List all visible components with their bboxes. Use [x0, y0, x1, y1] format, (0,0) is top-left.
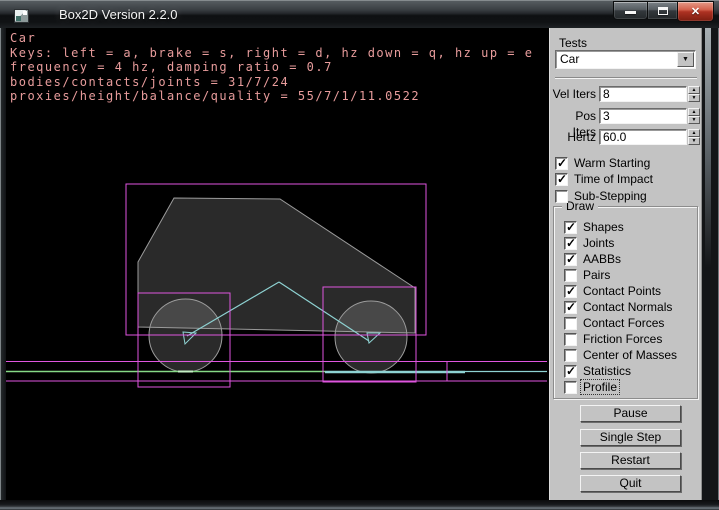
- separator: [555, 77, 697, 79]
- checkbox-warm-starting[interactable]: ✓: [555, 157, 568, 170]
- right-wheel: [335, 301, 407, 373]
- hertz-value: 60.0: [603, 131, 626, 144]
- check-icon: ✓: [566, 284, 576, 298]
- check-icon: ✓: [566, 364, 576, 378]
- vel-iters-spinner: ▲▼: [688, 86, 700, 102]
- pos-iters-spinner-down-icon[interactable]: ▼: [688, 116, 700, 124]
- checkbox-label-shapes[interactable]: Shapes: [583, 220, 624, 234]
- checkbox-contact-points[interactable]: ✓: [564, 285, 577, 298]
- box2d-window: Box2D Version 2.2.0 ✕ CarKeys: left = a,…: [0, 0, 719, 510]
- window-frame-bottom: [0, 500, 719, 510]
- vel-iters-value: 8: [603, 88, 610, 101]
- check-icon: ✓: [566, 252, 576, 266]
- restart-button[interactable]: Restart: [580, 452, 681, 469]
- checkbox-contact-normals[interactable]: ✓: [564, 301, 577, 314]
- chevron-down-icon[interactable]: ▼: [677, 52, 694, 67]
- checkbox-label-statistics[interactable]: Statistics: [583, 364, 631, 378]
- checkbox-label-aabbs[interactable]: AABBs: [583, 252, 621, 266]
- checkbox-label-contact-points[interactable]: Contact Points: [583, 284, 661, 298]
- checkbox-label-sub-stepping[interactable]: Sub-Stepping: [574, 189, 647, 203]
- tests-label: Tests: [559, 36, 587, 50]
- window-title: Box2D Version 2.2.0: [59, 1, 178, 29]
- checkbox-label-friction-forces[interactable]: Friction Forces: [583, 332, 662, 346]
- checkbox-shapes[interactable]: ✓: [564, 221, 577, 234]
- info-line-0: Car: [10, 31, 36, 45]
- checkbox-center-of-masses[interactable]: [564, 349, 577, 362]
- quit-button[interactable]: Quit: [580, 475, 681, 492]
- minimize-icon: [625, 11, 636, 14]
- checkbox-label-profile[interactable]: Profile: [581, 380, 619, 394]
- info-line-3: bodies/contacts/joints = 31/7/24: [10, 75, 289, 89]
- vel-iters-label: Vel Iters: [550, 86, 596, 102]
- pause-button[interactable]: Pause: [580, 405, 681, 422]
- close-button[interactable]: ✕: [677, 1, 714, 22]
- info-line-2: frequency = 4 hz, damping ratio = 0.7: [10, 60, 333, 74]
- hertz-spinner: ▲▼: [688, 129, 700, 145]
- checkbox-label-time-of-impact[interactable]: Time of Impact: [574, 172, 653, 186]
- checkbox-label-contact-normals[interactable]: Contact Normals: [583, 300, 672, 314]
- checkbox-friction-forces[interactable]: [564, 333, 577, 346]
- checkbox-aabbs[interactable]: ✓: [564, 253, 577, 266]
- checkbox-sub-stepping[interactable]: [555, 190, 568, 203]
- tests-dropdown[interactable]: Car ▼: [555, 50, 696, 69]
- maximize-icon: [658, 7, 668, 15]
- pos-iters-input[interactable]: 3: [599, 108, 687, 124]
- maximize-button[interactable]: [647, 1, 678, 20]
- info-line-4: proxies/height/balance/quality = 55/7/1/…: [10, 89, 420, 103]
- vel-iters-spinner-down-icon[interactable]: ▼: [688, 94, 700, 102]
- checkbox-label-center-of-masses[interactable]: Center of Masses: [583, 348, 677, 362]
- simulation-canvas[interactable]: CarKeys: left = a, brake = s, right = d,…: [6, 28, 549, 500]
- vel-iters-spinner-up-icon[interactable]: ▲: [688, 86, 700, 94]
- titlebar[interactable]: Box2D Version 2.2.0 ✕: [0, 0, 719, 28]
- checkbox-statistics[interactable]: ✓: [564, 365, 577, 378]
- app-icon: [14, 9, 29, 23]
- vel-iters-input[interactable]: 8: [599, 86, 687, 102]
- single-step-button[interactable]: Single Step: [580, 429, 681, 446]
- checkbox-label-warm-starting[interactable]: Warm Starting: [574, 156, 650, 170]
- pos-iters-value: 3: [603, 110, 610, 123]
- checkbox-label-joints[interactable]: Joints: [583, 236, 614, 250]
- checkbox-contact-forces[interactable]: [564, 317, 577, 330]
- checkbox-label-pairs[interactable]: Pairs: [583, 268, 610, 282]
- checkbox-pairs[interactable]: [564, 269, 577, 282]
- check-icon: ✓: [557, 172, 567, 186]
- check-icon: ✓: [557, 156, 567, 170]
- hertz-spinner-up-icon[interactable]: ▲: [688, 129, 700, 137]
- checkbox-profile[interactable]: [564, 381, 577, 394]
- checkbox-label-contact-forces[interactable]: Contact Forces: [583, 316, 664, 330]
- tests-dropdown-value: Car: [560, 52, 579, 67]
- hertz-input[interactable]: 60.0: [599, 129, 687, 145]
- hertz-label: Hertz: [550, 129, 596, 145]
- hertz-spinner-down-icon[interactable]: ▼: [688, 137, 700, 145]
- pos-iters-spinner-up-icon[interactable]: ▲: [688, 108, 700, 116]
- control-panel: Tests Car ▼ Draw Vel Iters8▲▼Pos Iters3▲…: [549, 28, 702, 500]
- window-frame-right: [702, 28, 719, 500]
- check-icon: ✓: [566, 220, 576, 234]
- checkbox-joints[interactable]: ✓: [564, 237, 577, 250]
- checkbox-time-of-impact[interactable]: ✓: [555, 173, 568, 186]
- check-icon: ✓: [566, 300, 576, 314]
- minimize-button[interactable]: [613, 1, 648, 20]
- pos-iters-spinner: ▲▼: [688, 108, 700, 124]
- close-icon: ✕: [691, 6, 700, 18]
- info-line-1: Keys: left = a, brake = s, right = d, hz…: [10, 46, 533, 60]
- check-icon: ✓: [566, 236, 576, 250]
